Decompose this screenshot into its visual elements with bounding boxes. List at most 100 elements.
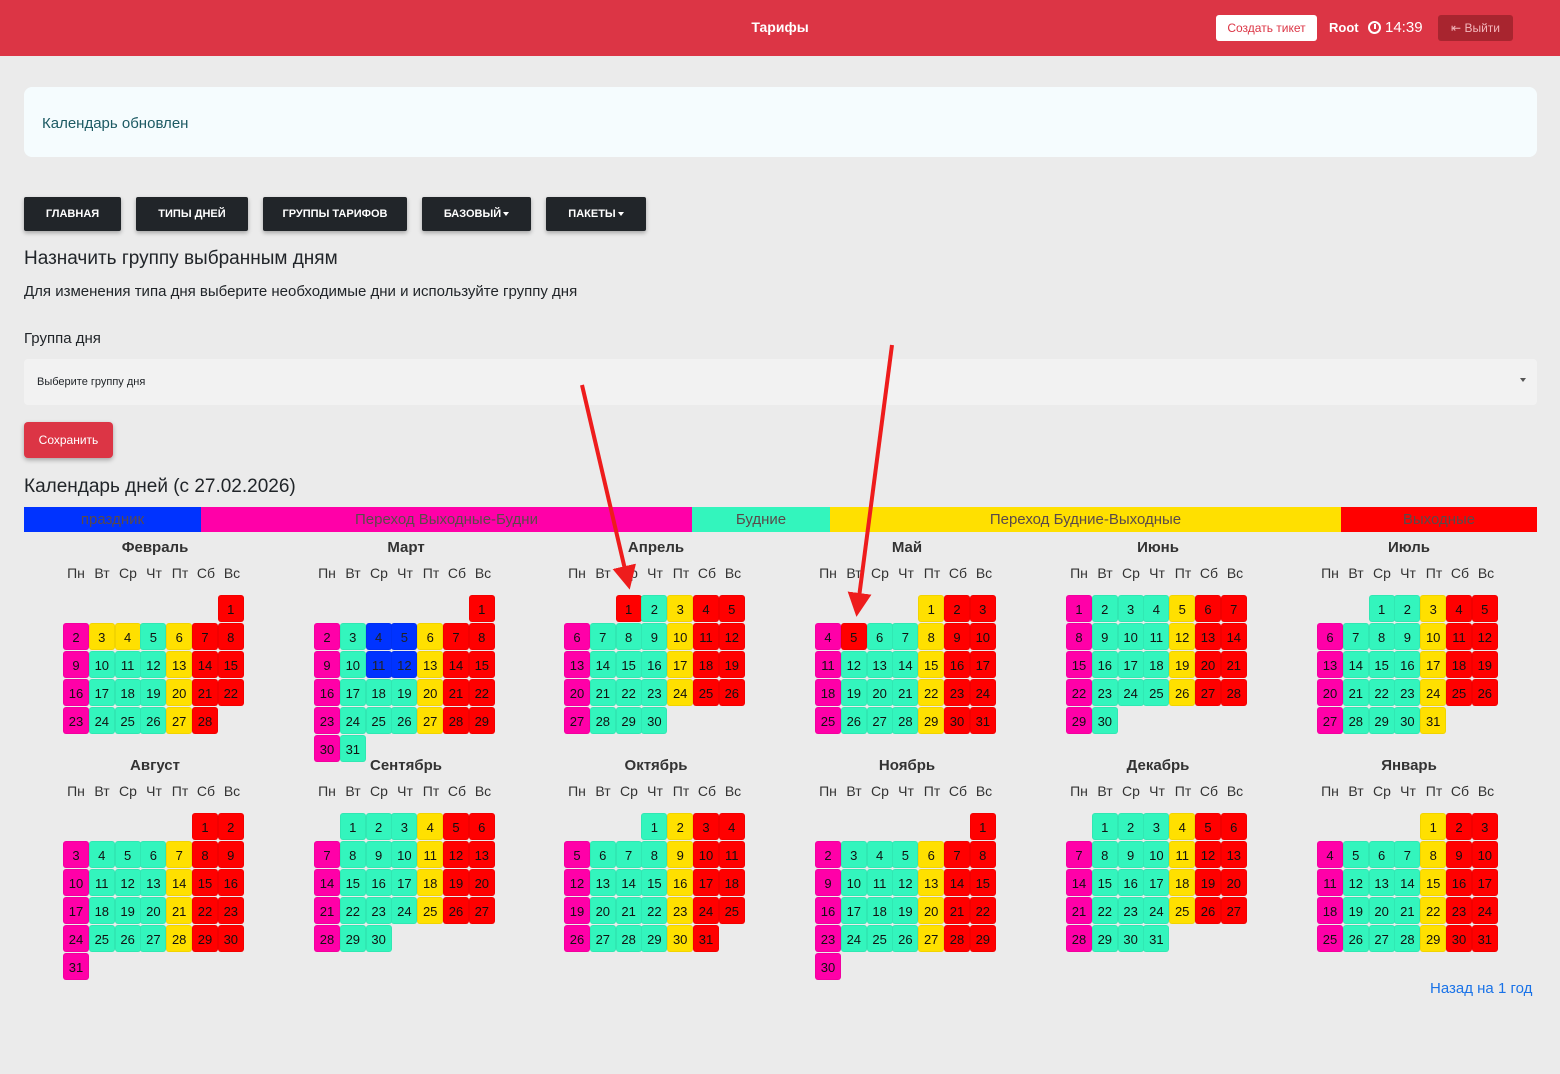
day-cell[interactable]: 7	[443, 623, 469, 650]
day-cell[interactable]: 16	[1446, 869, 1472, 896]
day-cell[interactable]: 20	[468, 869, 495, 896]
day-cell[interactable]: 22	[217, 679, 244, 706]
day-cell[interactable]: 22	[192, 897, 218, 924]
day-cell[interactable]: 15	[969, 869, 996, 896]
day-cell[interactable]: 27	[1317, 707, 1343, 734]
day-cell[interactable]: 21	[1342, 679, 1369, 706]
day-cell[interactable]: 14	[1342, 651, 1369, 678]
day-cell[interactable]: 8	[1091, 841, 1118, 868]
day-cell[interactable]: 2	[641, 595, 668, 622]
day-cell[interactable]: 19	[140, 679, 167, 706]
day-cell[interactable]: 1	[641, 813, 668, 840]
day-cell[interactable]: 15	[1066, 651, 1092, 678]
day-cell[interactable]: 30	[667, 925, 694, 952]
day-cell[interactable]: 4	[866, 841, 893, 868]
day-cell[interactable]: 24	[1420, 679, 1447, 706]
day-cell[interactable]: 25	[1143, 679, 1170, 706]
day-cell[interactable]: 8	[641, 841, 668, 868]
day-cell[interactable]: 18	[866, 897, 893, 924]
day-cell[interactable]: 25	[718, 897, 745, 924]
day-cell[interactable]: 5	[1169, 595, 1196, 622]
day-cell[interactable]: 15	[615, 651, 642, 678]
day-cell[interactable]: 27	[564, 707, 590, 734]
day-cell[interactable]: 4	[718, 813, 745, 840]
day-cell[interactable]: 25	[114, 707, 141, 734]
day-cell[interactable]: 1	[192, 813, 218, 840]
day-cell[interactable]: 21	[314, 897, 340, 924]
day-cell[interactable]: 8	[1420, 841, 1447, 868]
day-cell[interactable]: 18	[1169, 869, 1196, 896]
day-cell[interactable]: 21	[1066, 897, 1092, 924]
day-cell[interactable]: 4	[114, 623, 141, 650]
day-cell[interactable]: 25	[693, 679, 719, 706]
day-cell[interactable]: 26	[718, 679, 745, 706]
day-cell[interactable]: 21	[443, 679, 469, 706]
day-cell[interactable]: 3	[840, 841, 867, 868]
day-cell[interactable]: 21	[944, 897, 970, 924]
day-cell[interactable]: 12	[114, 869, 141, 896]
day-cell[interactable]: 20	[166, 679, 193, 706]
day-cell[interactable]: 6	[166, 623, 193, 650]
day-cell[interactable]: 29	[1420, 925, 1447, 952]
day-cell[interactable]: 3	[63, 841, 89, 868]
day-cell[interactable]: 29	[1368, 707, 1395, 734]
day-cell[interactable]: 15	[217, 651, 244, 678]
day-cell[interactable]: 18	[1143, 651, 1170, 678]
day-cell[interactable]: 13	[417, 651, 444, 678]
day-cell[interactable]: 12	[892, 869, 919, 896]
day-cell[interactable]: 20	[1195, 651, 1221, 678]
day-cell[interactable]: 8	[1066, 623, 1092, 650]
day-cell[interactable]: 3	[1471, 813, 1498, 840]
day-cell[interactable]: 26	[443, 897, 469, 924]
day-cell[interactable]: 2	[1117, 813, 1144, 840]
day-cell[interactable]: 4	[1317, 841, 1343, 868]
nav-day-types-button[interactable]: ТИПЫ ДНЕЙ	[136, 197, 248, 231]
day-cell[interactable]: 27	[468, 897, 495, 924]
day-cell[interactable]: 3	[339, 623, 366, 650]
day-cell[interactable]: 31	[1420, 707, 1447, 734]
day-cell[interactable]: 20	[918, 897, 945, 924]
day-cell[interactable]: 25	[365, 707, 392, 734]
day-cell[interactable]: 27	[918, 925, 945, 952]
day-cell[interactable]: 12	[1471, 623, 1498, 650]
day-cell[interactable]: 10	[667, 623, 694, 650]
day-cell[interactable]: 5	[114, 841, 141, 868]
day-cell[interactable]: 24	[88, 707, 115, 734]
day-cell[interactable]: 6	[918, 841, 945, 868]
day-cell[interactable]: 13	[1317, 651, 1343, 678]
day-cell[interactable]: 21	[589, 679, 616, 706]
day-cell[interactable]: 26	[1342, 925, 1369, 952]
day-cell[interactable]: 18	[114, 679, 141, 706]
day-cell[interactable]: 10	[63, 869, 89, 896]
day-cell[interactable]: 26	[391, 707, 418, 734]
day-cell[interactable]: 31	[1471, 925, 1498, 952]
day-cell[interactable]: 18	[417, 869, 444, 896]
day-cell[interactable]: 13	[1368, 869, 1395, 896]
day-cell[interactable]: 30	[944, 707, 970, 734]
day-cell[interactable]: 13	[918, 869, 945, 896]
day-cell[interactable]: 28	[615, 925, 642, 952]
day-cell[interactable]: 10	[1143, 841, 1170, 868]
day-cell[interactable]: 16	[314, 679, 340, 706]
day-cell[interactable]: 28	[892, 707, 919, 734]
day-cell[interactable]: 8	[1368, 623, 1395, 650]
day-cell[interactable]: 6	[468, 813, 495, 840]
day-cell[interactable]: 7	[615, 841, 642, 868]
day-cell[interactable]: 14	[166, 869, 193, 896]
day-cell[interactable]: 16	[944, 651, 970, 678]
day-cell[interactable]: 7	[1342, 623, 1369, 650]
day-cell[interactable]: 4	[1169, 813, 1196, 840]
day-cell[interactable]: 25	[1317, 925, 1343, 952]
day-cell[interactable]: 13	[166, 651, 193, 678]
day-cell[interactable]: 24	[969, 679, 996, 706]
day-cell[interactable]: 18	[1446, 651, 1472, 678]
day-cell[interactable]: 23	[217, 897, 244, 924]
day-cell[interactable]: 17	[693, 869, 719, 896]
day-cell[interactable]: 24	[1143, 897, 1170, 924]
day-cell[interactable]: 20	[866, 679, 893, 706]
day-cell[interactable]: 23	[1091, 679, 1118, 706]
day-cell[interactable]: 11	[88, 869, 115, 896]
day-cell[interactable]: 2	[1446, 813, 1472, 840]
day-cell[interactable]: 27	[1195, 679, 1221, 706]
day-cell[interactable]: 14	[1220, 623, 1247, 650]
